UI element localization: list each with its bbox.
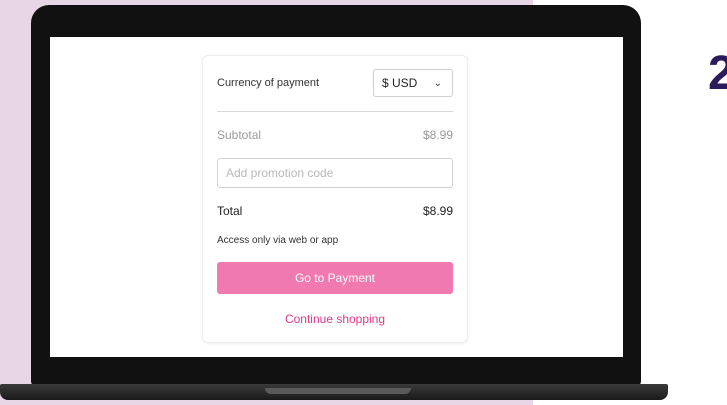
currency-label: Currency of payment [217, 77, 320, 89]
subtotal-value: $8.99 [422, 128, 453, 142]
currency-value: $ USD [382, 76, 418, 90]
step-number: 2 [708, 47, 727, 100]
currency-select[interactable]: $ USD ⌄ [373, 69, 453, 97]
divider [217, 111, 453, 112]
subtotal-row: Subtotal $8.99 [217, 128, 453, 142]
currency-row: Currency of payment $ USD ⌄ [217, 69, 453, 97]
continue-shopping-link[interactable]: Continue shopping [203, 312, 467, 326]
promo-code-input[interactable] [217, 158, 453, 188]
total-label: Total [217, 204, 243, 218]
total-row: Total $8.99 [217, 204, 453, 218]
chevron-down-icon: ⌄ [433, 77, 442, 89]
go-to-payment-button[interactable]: Go to Payment [217, 262, 453, 294]
subtotal-label: Subtotal [217, 128, 262, 142]
checkout-card: Currency of payment $ USD ⌄ Subtotal $8.… [202, 55, 468, 343]
total-value: $8.99 [422, 204, 453, 218]
access-note: Access only via web or app [217, 235, 339, 246]
laptop-notch [265, 388, 411, 394]
